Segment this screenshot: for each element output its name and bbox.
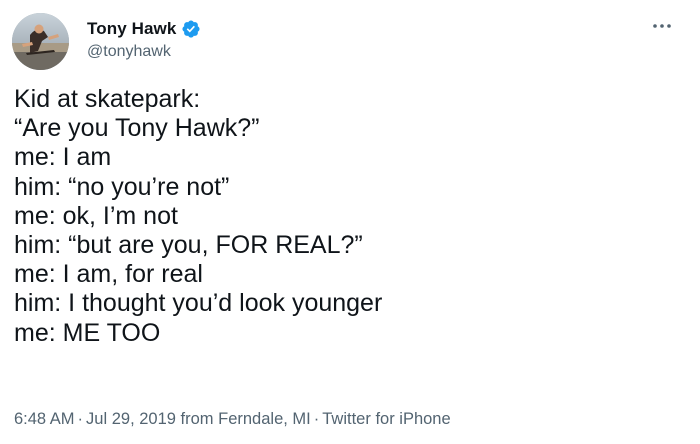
tweet-text-line: me: I am <box>14 143 112 172</box>
tweet: Tony Hawk @tonyhawk Kid at skatepark: “A… <box>0 0 700 444</box>
tweet-location[interactable]: from Ferndale, MI <box>181 410 311 428</box>
tweet-timestamp-link[interactable]: 6:48 AM · Jul 29, 2019 <box>14 410 176 428</box>
author-handle[interactable]: @tonyhawk <box>87 43 171 61</box>
tweet-text-line: me: ok, I’m not <box>14 201 178 230</box>
tweet-text-line: him: “but are you, FOR REAL?” <box>14 231 363 260</box>
tweet-text: Kid at skatepark: “Are you Tony Hawk?” m… <box>14 85 664 348</box>
tweet-text-line: him: “no you’re not” <box>14 172 230 201</box>
separator: · <box>77 410 84 428</box>
author-name-row[interactable]: Tony Hawk <box>87 19 201 39</box>
verified-badge-icon <box>181 19 201 39</box>
tweet-time: 6:48 AM <box>14 410 75 428</box>
tweet-text-line: me: I am, for real <box>14 260 203 289</box>
tweet-source-link[interactable]: Twitter for iPhone <box>322 410 450 428</box>
avatar[interactable] <box>12 13 69 70</box>
separator: · <box>313 410 320 428</box>
tweet-date: Jul 29, 2019 <box>86 410 176 428</box>
tweet-text-line: “Are you Tony Hawk?” <box>14 114 260 143</box>
tweet-metadata: 6:48 AM · Jul 29, 2019 from Ferndale, MI · T… <box>14 410 451 429</box>
tweet-text-line: me: ME TOO <box>14 318 161 347</box>
avatar-image <box>12 13 69 70</box>
tweet-text-line: him: I thought you’d look younger <box>14 289 383 318</box>
more-options-icon[interactable] <box>648 14 676 38</box>
tweet-text-line: Kid at skatepark: <box>14 85 201 113</box>
author-display-name[interactable]: Tony Hawk <box>87 19 176 39</box>
